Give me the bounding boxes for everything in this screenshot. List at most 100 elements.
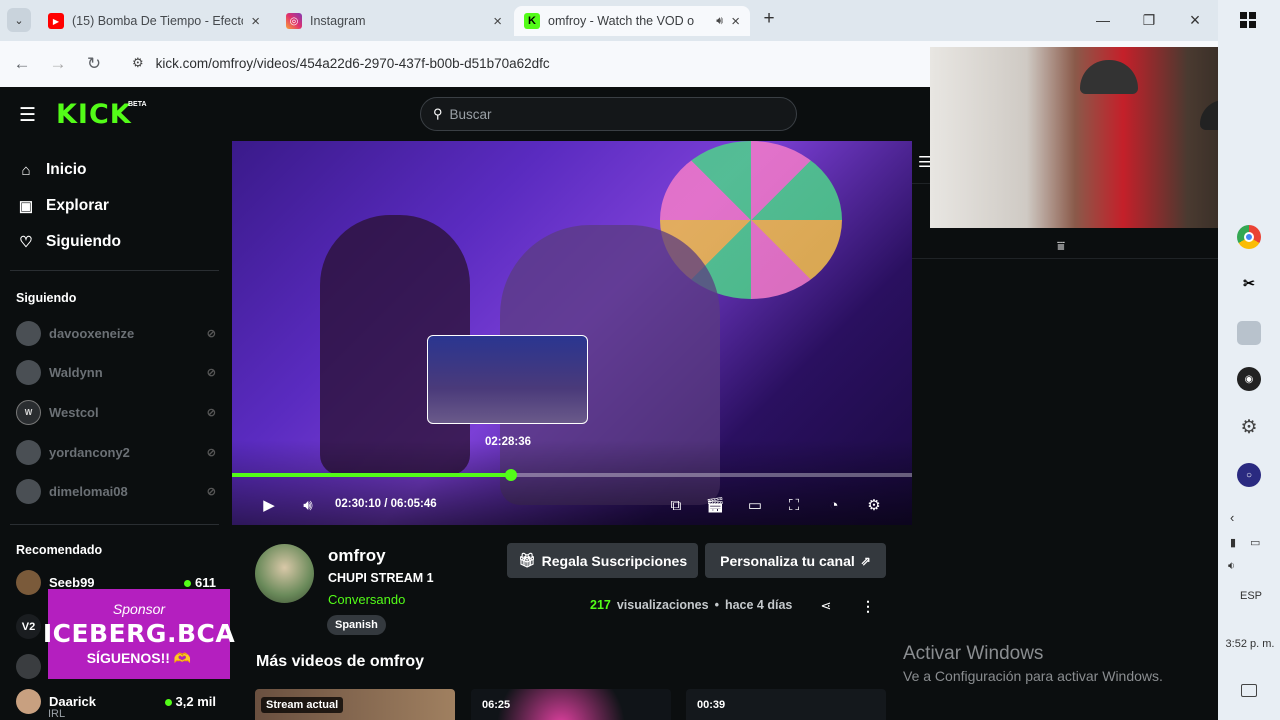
- theater-icon: ▭: [747, 497, 763, 514]
- beta-badge: BETA: [128, 101, 147, 108]
- speed-icon: ◔: [829, 496, 839, 514]
- current-time: 02:30:10: [335, 498, 382, 510]
- mini-player-button[interactable]: ⧉: [666, 495, 686, 515]
- customize-channel-button[interactable]: Personaliza tu canal ⇗: [705, 543, 886, 578]
- url-field[interactable]: ⚙ kick.com/omfroy/videos/454a22d6-2970-4…: [120, 48, 930, 78]
- settings-gear-icon[interactable]: ⚙: [1237, 415, 1261, 439]
- share-icon: ⋖: [820, 598, 832, 613]
- speaker-tray-icon[interactable]: 🔉︎: [1228, 560, 1235, 573]
- gift-icon: 🎁︎: [517, 552, 536, 568]
- seek-preview-thumbnail: [427, 335, 588, 424]
- theater-mode-button[interactable]: ▭: [745, 495, 765, 515]
- minimize-button[interactable]: —: [1087, 9, 1119, 31]
- obs-icon[interactable]: ◉: [1237, 367, 1261, 391]
- tab-instagram[interactable]: ◎ Instagram ×: [276, 6, 512, 36]
- video-card[interactable]: 00:39: [686, 689, 886, 720]
- network-icon[interactable]: ▭: [1250, 536, 1260, 549]
- close-window-button[interactable]: ×: [1179, 9, 1211, 31]
- more-options-button[interactable]: ⋮: [860, 597, 876, 615]
- avatar: [16, 479, 41, 504]
- avatar: [16, 689, 41, 714]
- settings-button[interactable]: ⚙: [864, 495, 884, 515]
- menu-icon[interactable]: ☰: [19, 104, 36, 127]
- views-label: visualizaciones: [616, 598, 709, 612]
- channel-name[interactable]: omfroy: [328, 546, 386, 566]
- avatar[interactable]: V2: [16, 614, 41, 639]
- site-settings-icon[interactable]: ⚙: [132, 55, 144, 71]
- printer-app-icon[interactable]: [1237, 321, 1261, 345]
- tab-kick[interactable]: K omfroy - Watch the VOD o 🔊︎ ×: [514, 6, 750, 36]
- following-item[interactable]: davooxeneize ⊘: [16, 321, 216, 346]
- video-card[interactable]: Stream actual: [255, 689, 455, 720]
- channel-avatar[interactable]: [255, 544, 314, 603]
- video-card[interactable]: 06:25: [471, 689, 671, 720]
- restore-button[interactable]: ❐: [1133, 9, 1165, 31]
- app-circle-icon[interactable]: ○: [1237, 463, 1261, 487]
- tray-chevron-icon[interactable]: ‹: [1230, 510, 1234, 525]
- url-text: kick.com/omfroy/videos/454a22d6-2970-437…: [155, 55, 550, 71]
- volume-icon: 🔊︎: [303, 496, 313, 514]
- nav-item-siguiendo[interactable]: ♡ Siguiendo: [18, 233, 121, 251]
- volume-button[interactable]: 🔊︎: [298, 495, 318, 515]
- viewers: 3,2 mil: [175, 694, 216, 709]
- browse-icon: ▣: [18, 198, 34, 215]
- recommended-header: Recomendado: [16, 543, 103, 557]
- live-dot: [164, 699, 172, 706]
- nav-item-explorar[interactable]: ▣ Explorar: [18, 197, 109, 215]
- kick-logo[interactable]: KICK: [56, 99, 132, 130]
- playback-speed-button[interactable]: ◔: [824, 495, 844, 515]
- reload-button[interactable]: ↻: [82, 52, 106, 76]
- following-item[interactable]: dimelomai08 ⊘: [16, 479, 216, 504]
- tab-youtube[interactable]: ▶ (15) Bomba De Tiempo - Efecto ×: [38, 6, 270, 36]
- sponsor-banner[interactable]: Sponsor ICEBERG.BCA SÍGUENOS!! 🫶: [43, 589, 235, 679]
- language-badge[interactable]: Spanish: [327, 615, 386, 635]
- capcut-icon[interactable]: ✂: [1237, 271, 1261, 295]
- input-language[interactable]: ESP: [1240, 590, 1262, 602]
- pinned-collapse-icon[interactable]: ⩸: [1057, 238, 1065, 254]
- avatar[interactable]: [16, 654, 41, 679]
- clapper-icon: 🎬︎: [705, 497, 725, 514]
- upload-age: hace 4 días: [724, 598, 793, 612]
- view-stats: 217 visualizaciones • hace 4 días: [590, 598, 792, 612]
- offline-icon: ⊘: [206, 407, 216, 419]
- tab-list-button[interactable]: ⌄: [7, 8, 31, 32]
- duration: 06:05:46: [390, 498, 437, 510]
- channel-name: yordancony2: [49, 445, 130, 460]
- avatar: [16, 440, 41, 465]
- system-clock[interactable]: 3:52 p. m.: [1222, 638, 1278, 650]
- notification-icon[interactable]: [1241, 684, 1257, 697]
- chrome-icon[interactable]: [1237, 225, 1261, 249]
- search-input[interactable]: ⚲ Buscar: [420, 97, 797, 131]
- clip-button[interactable]: 🎬︎: [705, 495, 725, 515]
- windows-start-icon[interactable]: [1240, 12, 1256, 28]
- speaker-icon[interactable]: 🔊︎: [716, 15, 723, 28]
- following-item[interactable]: yordancony2 ⊘: [16, 440, 216, 465]
- viewer-count: 3,2 mil: [164, 694, 216, 709]
- back-button[interactable]: ←: [10, 52, 34, 76]
- channel-name: Seeb99: [49, 575, 95, 590]
- forward-button[interactable]: →: [46, 52, 70, 76]
- share-button[interactable]: ⋖: [817, 597, 835, 615]
- fullscreen-button[interactable]: ⛶: [784, 495, 804, 515]
- gift-subscriptions-button[interactable]: 🎁︎ Regala Suscripciones: [507, 543, 698, 578]
- offline-icon: ⊘: [206, 486, 216, 498]
- external-link-icon: ⇗: [860, 553, 871, 568]
- stream-category[interactable]: Conversando: [328, 592, 405, 607]
- close-tab-icon[interactable]: ×: [251, 13, 260, 30]
- following-item[interactable]: Waldynn ⊘: [16, 360, 216, 385]
- nav-label: Inicio: [46, 161, 87, 178]
- following-item[interactable]: W Westcol ⊘: [16, 400, 216, 425]
- sponsor-cta: SÍGUENOS!! 🫶: [86, 650, 192, 666]
- close-tab-icon[interactable]: ×: [493, 13, 502, 30]
- play-button[interactable]: ▶: [259, 495, 279, 515]
- avatar: [16, 360, 41, 385]
- battery-icon: ▮: [1230, 537, 1237, 549]
- close-tab-icon[interactable]: ×: [731, 13, 740, 30]
- channel-name: davooxeneize: [49, 326, 135, 341]
- home-icon: ⌂: [21, 161, 31, 179]
- recommended-category: IRL: [48, 708, 66, 720]
- nav-item-inicio[interactable]: ⌂ Inicio: [18, 161, 86, 179]
- recommended-item[interactable]: Daarick 3,2 mil: [16, 689, 216, 714]
- video-duration: 00:39: [697, 699, 726, 711]
- new-tab-button[interactable]: +: [758, 8, 780, 30]
